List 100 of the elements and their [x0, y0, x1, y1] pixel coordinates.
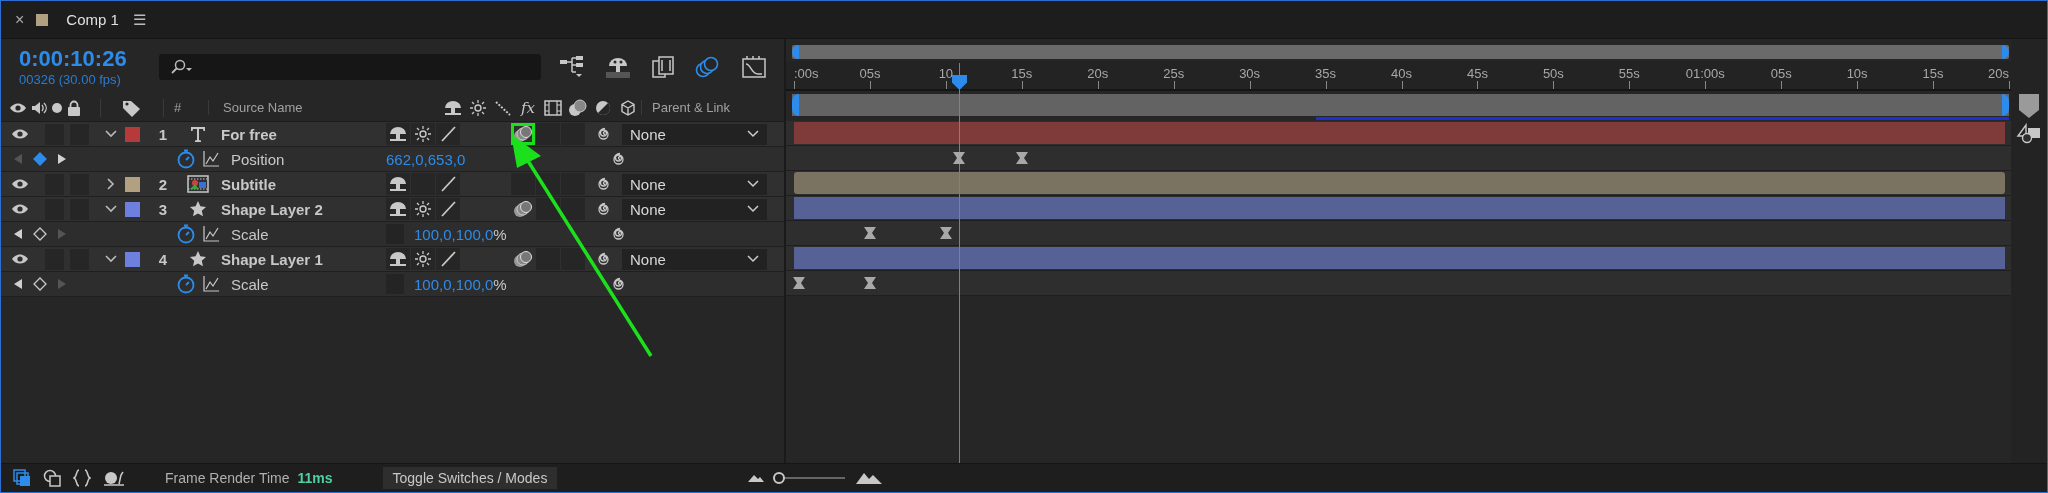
- composition-icon: [187, 175, 209, 193]
- solo-dot-icon: [51, 101, 63, 114]
- layer-name[interactable]: Subtitle: [213, 175, 386, 193]
- 3d-switch[interactable]: [561, 198, 585, 220]
- film-frames-icon[interactable]: [651, 54, 675, 79]
- graph-icon[interactable]: [203, 226, 219, 242]
- zoom-in-mountain-icon[interactable]: [855, 471, 884, 485]
- motion-blur-switch[interactable]: [511, 123, 535, 145]
- caret-icon: [747, 130, 759, 138]
- motion-blur-switch[interactable]: [511, 198, 535, 220]
- comp-marker-icon[interactable]: [2016, 122, 2042, 145]
- next-keyframe-icon[interactable]: [57, 153, 67, 165]
- lock-icon: [67, 99, 81, 116]
- property-name: Position: [230, 150, 286, 168]
- stacked-squares-icon[interactable]: [13, 469, 31, 487]
- label-color-swatch[interactable]: [124, 176, 140, 192]
- stopwatch-icon[interactable]: [176, 149, 196, 169]
- collapse-switch[interactable]: [411, 198, 435, 220]
- brackets-icon[interactable]: [73, 469, 91, 487]
- keyframe-diamond-icon[interactable]: [33, 152, 47, 166]
- caret-icon: [747, 205, 759, 213]
- time-ruler-label: 40s: [1391, 66, 1412, 81]
- shy-switch-icon[interactable]: [389, 251, 407, 267]
- layer-name[interactable]: Shape Layer 2: [213, 200, 386, 218]
- parent-dropdown[interactable]: None: [622, 173, 767, 195]
- 3d-switch[interactable]: [561, 248, 585, 270]
- zoom-out-mountain-icon[interactable]: [747, 473, 766, 483]
- quality-slash-icon[interactable]: [440, 201, 456, 217]
- property-name: Scale: [230, 225, 270, 243]
- overlapping-shapes-icon[interactable]: [43, 469, 61, 487]
- snail-icon[interactable]: [103, 469, 125, 487]
- quality-slash-icon[interactable]: [440, 176, 456, 192]
- current-time[interactable]: 0:00:10:26: [19, 46, 159, 72]
- keyframe-icon[interactable]: [952, 151, 966, 165]
- previous-keyframe-icon[interactable]: [13, 278, 23, 290]
- adjustment-switch[interactable]: [536, 123, 560, 145]
- keyframe-icon[interactable]: [938, 226, 953, 240]
- parent-column-header: Parent & Link: [641, 100, 731, 115]
- label-color-swatch[interactable]: [124, 201, 140, 217]
- stopwatch-icon[interactable]: [176, 224, 196, 244]
- stopwatch-icon[interactable]: [176, 274, 196, 294]
- source-name-column-header[interactable]: Source Name: [209, 100, 441, 115]
- keyframe-icon[interactable]: [1014, 151, 1029, 165]
- eye-icon: [11, 203, 29, 215]
- sun-icon: [415, 126, 431, 142]
- parent-dropdown[interactable]: None: [622, 248, 767, 270]
- motion-blur-icon[interactable]: [695, 54, 721, 79]
- comp-color-swatch: [36, 13, 49, 26]
- keyframe-diamond-icon[interactable]: [33, 227, 47, 241]
- keyframe-icon[interactable]: [791, 276, 806, 290]
- star-icon: [189, 200, 207, 218]
- graph-icon[interactable]: [203, 151, 219, 167]
- shy-switch-icon[interactable]: [389, 126, 407, 142]
- layer-name[interactable]: Shape Layer 1: [213, 250, 386, 268]
- previous-keyframe-icon[interactable]: [13, 228, 23, 240]
- motion-blur-icon: [513, 200, 533, 218]
- property-value[interactable]: 100,0,100,0: [414, 275, 494, 293]
- search-field[interactable]: [159, 53, 541, 80]
- property-value[interactable]: 662,0,653,0: [386, 150, 466, 168]
- toggle-switches-modes-button[interactable]: Toggle Switches / Modes: [382, 467, 558, 489]
- parent-dropdown[interactable]: None: [622, 198, 767, 220]
- graph-icon[interactable]: [203, 276, 219, 292]
- keyframe-icon[interactable]: [862, 276, 877, 290]
- flowchart-icon[interactable]: [559, 54, 585, 79]
- frame-count: 00326 (30.00 fps): [19, 72, 122, 87]
- tab-title[interactable]: Comp 1: [66, 11, 119, 28]
- motion-blur-switch[interactable]: [511, 248, 535, 270]
- panel-menu-button[interactable]: ☰: [132, 10, 146, 29]
- keyframe-icon[interactable]: [862, 226, 877, 240]
- close-button[interactable]: ×: [15, 10, 25, 29]
- shy-switch-icon[interactable]: [389, 201, 407, 217]
- motion-blur-icon: [513, 250, 533, 268]
- caret-icon: [747, 255, 759, 263]
- frame-render-time-value: 11ms: [297, 470, 333, 486]
- quality-slash-icon[interactable]: [440, 251, 456, 267]
- layer-name[interactable]: For free: [213, 125, 386, 143]
- adjustment-layer-icon: [595, 99, 611, 116]
- property-value[interactable]: 100,0,100,0: [414, 225, 494, 243]
- motion-blur-switch[interactable]: [511, 173, 535, 195]
- sun-icon: [415, 251, 431, 267]
- time-ruler-label: 15s: [1922, 66, 1944, 81]
- collapse-switch[interactable]: [411, 248, 435, 270]
- collapse-switch[interactable]: [411, 123, 435, 145]
- marker-icon[interactable]: [2018, 93, 2040, 119]
- eye-icon: [11, 128, 29, 140]
- keyframe-diamond-icon[interactable]: [33, 277, 47, 291]
- parent-dropdown[interactable]: None: [622, 123, 767, 145]
- layer-number: 3: [157, 200, 169, 218]
- time-ruler-label: 05s: [1770, 66, 1792, 81]
- time-ruler-label: 45s: [1466, 66, 1488, 81]
- shy-switch-icon[interactable]: [389, 176, 407, 192]
- graph-editor-icon[interactable]: [741, 54, 767, 79]
- time-ruler-label: 25s: [1163, 66, 1185, 81]
- quality-slash-icon[interactable]: [440, 126, 456, 142]
- unit-label: %: [493, 275, 507, 293]
- label-color-swatch[interactable]: [124, 251, 140, 267]
- label-color-swatch[interactable]: [124, 126, 140, 142]
- text-layer-icon: [189, 125, 207, 143]
- property-name: Scale: [230, 275, 270, 293]
- layer-number: 4: [157, 250, 169, 268]
